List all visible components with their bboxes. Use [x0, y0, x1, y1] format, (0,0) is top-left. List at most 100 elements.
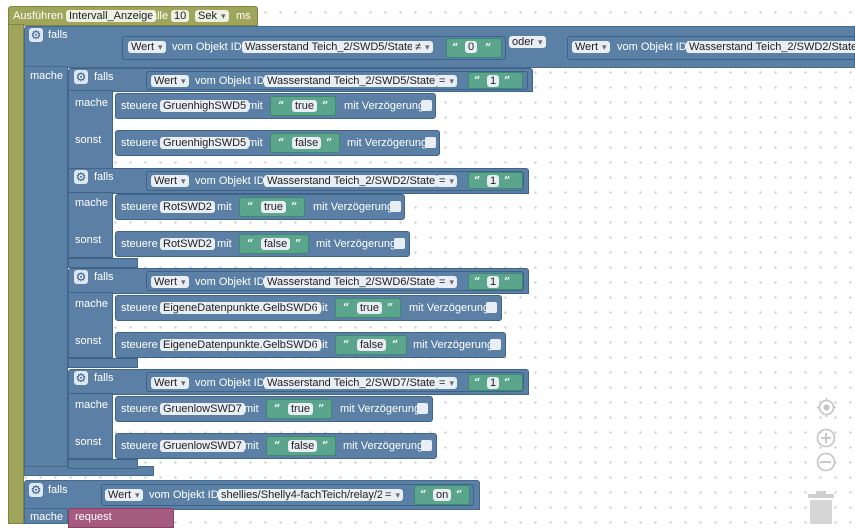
quote-close: ” — [504, 174, 511, 187]
schedule-name-field[interactable]: Intervall_Anzeige — [66, 10, 157, 22]
control-target-field[interactable]: GruenhighSWD5 — [160, 100, 250, 112]
control-target-field[interactable]: EigeneDatenpunkte.GelbSWD6 — [160, 339, 321, 351]
delay-checkbox[interactable] — [417, 403, 428, 414]
else-label: sonst — [75, 335, 102, 347]
schedule-interval-field[interactable]: 10 — [171, 10, 190, 22]
object-id-field[interactable]: Wasserstand Teich_2/SWD5/State — [264, 75, 439, 87]
control-target-field[interactable]: RotSWD2 — [160, 201, 215, 213]
zoom-out-icon[interactable] — [816, 452, 836, 472]
gear-icon[interactable]: ⚙ — [29, 28, 43, 42]
delay-checkbox[interactable] — [425, 137, 436, 148]
from-object-label: vom Objekt ID — [172, 41, 242, 53]
outer-if-spine — [24, 66, 68, 476]
trash-icon[interactable] — [806, 490, 836, 524]
value-dropdown[interactable]: Wert — [105, 489, 143, 501]
value-field[interactable]: false — [288, 440, 318, 452]
control-target-field[interactable]: EigeneDatenpunkte.GelbSWD6 — [160, 302, 321, 314]
control-label: steuere — [121, 302, 158, 314]
value-dropdown[interactable]: Wert — [151, 175, 189, 187]
from-object-label: vom Objekt ID — [195, 175, 265, 187]
operator-dropdown[interactable]: ≠ — [412, 41, 433, 53]
do-label: mache — [75, 399, 109, 411]
value-field[interactable]: false — [357, 339, 387, 351]
control-target-field[interactable]: GruenlowSWD7 — [160, 403, 245, 415]
quote-open: “ — [474, 74, 481, 87]
with-label: mit — [313, 339, 328, 351]
value-field[interactable]: false — [261, 238, 291, 250]
value-field[interactable]: 1 — [487, 276, 500, 288]
if-block-footer — [68, 258, 138, 268]
if-block-footer — [68, 358, 138, 368]
delay-checkbox[interactable] — [421, 440, 432, 451]
zoom-in-icon[interactable] — [816, 428, 836, 448]
control-label: steuere — [121, 339, 158, 351]
quote-close: ” — [295, 237, 302, 250]
control-label: steuere — [121, 238, 158, 250]
delay-checkbox[interactable] — [390, 201, 401, 212]
schedule-unit-suffix: ms — [236, 10, 251, 22]
control-target-field[interactable]: GruenhighSWD5 — [160, 137, 250, 149]
operator-dropdown[interactable]: = — [436, 377, 457, 389]
object-id-field[interactable]: shellies/Shelly4-fachTeich/relay/2 — [218, 489, 387, 501]
value-dropdown[interactable]: Wert — [151, 377, 189, 389]
operator-dropdown[interactable]: = — [382, 489, 403, 501]
object-id-field[interactable]: Wasserstand Teich_2/SWD2/State — [264, 175, 439, 187]
value-field[interactable]: true — [357, 302, 382, 314]
value-field[interactable]: true — [292, 100, 317, 112]
else-label: sonst — [75, 436, 102, 448]
recenter-icon[interactable] — [817, 398, 836, 417]
delay-checkbox[interactable] — [394, 238, 405, 249]
quote-close: ” — [485, 41, 492, 54]
operator-dropdown[interactable]: = — [436, 175, 457, 187]
if-label: falls — [94, 271, 114, 283]
value-dropdown[interactable]: Wert — [151, 75, 189, 87]
with-label: mit — [217, 201, 232, 213]
gear-icon[interactable]: ⚙ — [74, 70, 88, 84]
from-object-label: vom Objekt ID — [149, 489, 219, 501]
object-id-field[interactable]: Wasserstand Teich_2/SWD7/State — [264, 377, 439, 389]
gear-icon[interactable]: ⚙ — [29, 483, 43, 497]
quote-open: “ — [343, 338, 350, 351]
outer-do-label: mache — [30, 70, 64, 82]
if-label: falls — [94, 171, 114, 183]
value-field[interactable]: 0 — [465, 41, 478, 53]
operator-dropdown[interactable]: = — [436, 75, 457, 87]
value-field[interactable]: 1 — [487, 175, 500, 187]
value-dropdown[interactable]: Wert — [128, 41, 166, 53]
gear-icon[interactable]: ⚙ — [74, 170, 88, 184]
object-id-field[interactable]: Wasserstand Teich_2/SWD2/State — [686, 41, 855, 53]
value-dropdown[interactable]: Wert — [151, 276, 189, 288]
schedule-unit-dropdown[interactable]: Sek — [195, 10, 229, 22]
value-field[interactable]: on — [433, 489, 452, 501]
value-field[interactable]: true — [288, 403, 313, 415]
value-field[interactable]: 1 — [487, 377, 500, 389]
delay-checkbox[interactable] — [486, 302, 497, 313]
quote-close: ” — [504, 376, 511, 389]
with-label: mit — [313, 302, 328, 314]
from-object-label: vom Objekt ID — [195, 276, 265, 288]
operator-dropdown[interactable]: = — [436, 276, 457, 288]
value-dropdown[interactable]: Wert — [572, 41, 610, 53]
quote-open: “ — [474, 275, 481, 288]
quote-open: “ — [278, 99, 285, 112]
value-field[interactable]: false — [292, 137, 322, 149]
delay-label: mit Verzögerung — [413, 339, 494, 351]
logic-op-dropdown[interactable]: oder — [509, 36, 546, 48]
object-id-field[interactable]: Wasserstand Teich_2/SWD6/State — [264, 276, 439, 288]
quote-close: ” — [291, 200, 298, 213]
control-target-field[interactable]: RotSWD2 — [160, 238, 215, 250]
gear-icon[interactable]: ⚙ — [74, 270, 88, 284]
quote-open: “ — [452, 41, 459, 54]
quote-close: ” — [504, 74, 511, 87]
control-label: steuere — [121, 440, 158, 452]
delay-checkbox[interactable] — [421, 100, 432, 111]
value-field[interactable]: true — [261, 201, 286, 213]
control-target-field[interactable]: GruenlowSWD7 — [160, 440, 245, 452]
quote-close: ” — [318, 402, 325, 415]
object-id-field[interactable]: Wasserstand Teich_2/SWD5/State — [242, 41, 417, 53]
delay-checkbox[interactable] — [490, 339, 501, 350]
with-label: mit — [248, 137, 263, 149]
do-label: mache — [75, 298, 109, 310]
gear-icon[interactable]: ⚙ — [74, 371, 88, 385]
value-field[interactable]: 1 — [487, 75, 500, 87]
